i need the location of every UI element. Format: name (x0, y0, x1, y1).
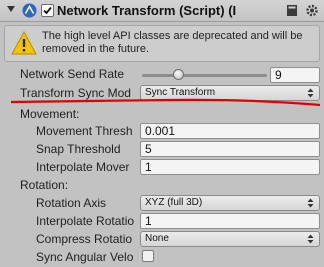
sync-angular-velocity-checkbox[interactable] (142, 250, 154, 262)
snap-threshold-label: Snap Threshold (36, 142, 121, 156)
interpolate-rotation-label: Interpolate Rotatio (36, 214, 135, 228)
snap-threshold-field[interactable]: 5 (140, 141, 320, 157)
interpolate-movement-field[interactable]: 1 (140, 159, 320, 175)
rotation-axis-value: XYZ (full 3D) (145, 197, 203, 208)
send-rate-field[interactable]: 9 (270, 67, 320, 83)
movement-threshold-label: Movement Thresh (36, 124, 133, 138)
fold-arrow-icon[interactable] (7, 6, 15, 12)
checkmark-icon (43, 6, 52, 15)
sync-angular-velocity-label: Sync Angular Velo (36, 250, 134, 264)
enabled-checkbox[interactable] (41, 4, 54, 17)
compress-rotation-value: None (145, 233, 169, 244)
send-rate-slider-track[interactable] (142, 74, 267, 77)
component-title: Network Transform (Script) (I (57, 3, 237, 18)
rotation-heading: Rotation: (20, 178, 69, 192)
send-rate-label: Network Send Rate (20, 67, 125, 81)
compress-rotation-label: Compress Rotatio (36, 232, 133, 246)
warning-text: The high level API classes are deprecate… (42, 30, 303, 55)
movement-heading: Movement: (20, 107, 80, 121)
gear-icon[interactable] (305, 3, 319, 18)
dropdown-arrows-icon (307, 234, 314, 244)
component-header[interactable]: Network Transform (Script) (I (0, 0, 324, 22)
interpolate-movement-label: Interpolate Mover (36, 160, 130, 174)
movement-threshold-field[interactable]: 0.001 (140, 123, 320, 139)
rotation-axis-dropdown[interactable]: XYZ (full 3D) (140, 195, 320, 211)
warning-triangle-icon (11, 30, 37, 55)
send-rate-slider-thumb[interactable] (172, 69, 184, 80)
rotation-axis-label: Rotation Axis (36, 196, 107, 210)
network-component-icon (22, 3, 37, 18)
deprecation-warning: The high level API classes are deprecate… (4, 25, 320, 62)
book-help-icon[interactable] (285, 3, 299, 18)
interpolate-rotation-field[interactable]: 1 (140, 213, 320, 229)
dropdown-arrows-icon (307, 198, 314, 208)
compress-rotation-dropdown[interactable]: None (140, 231, 320, 247)
